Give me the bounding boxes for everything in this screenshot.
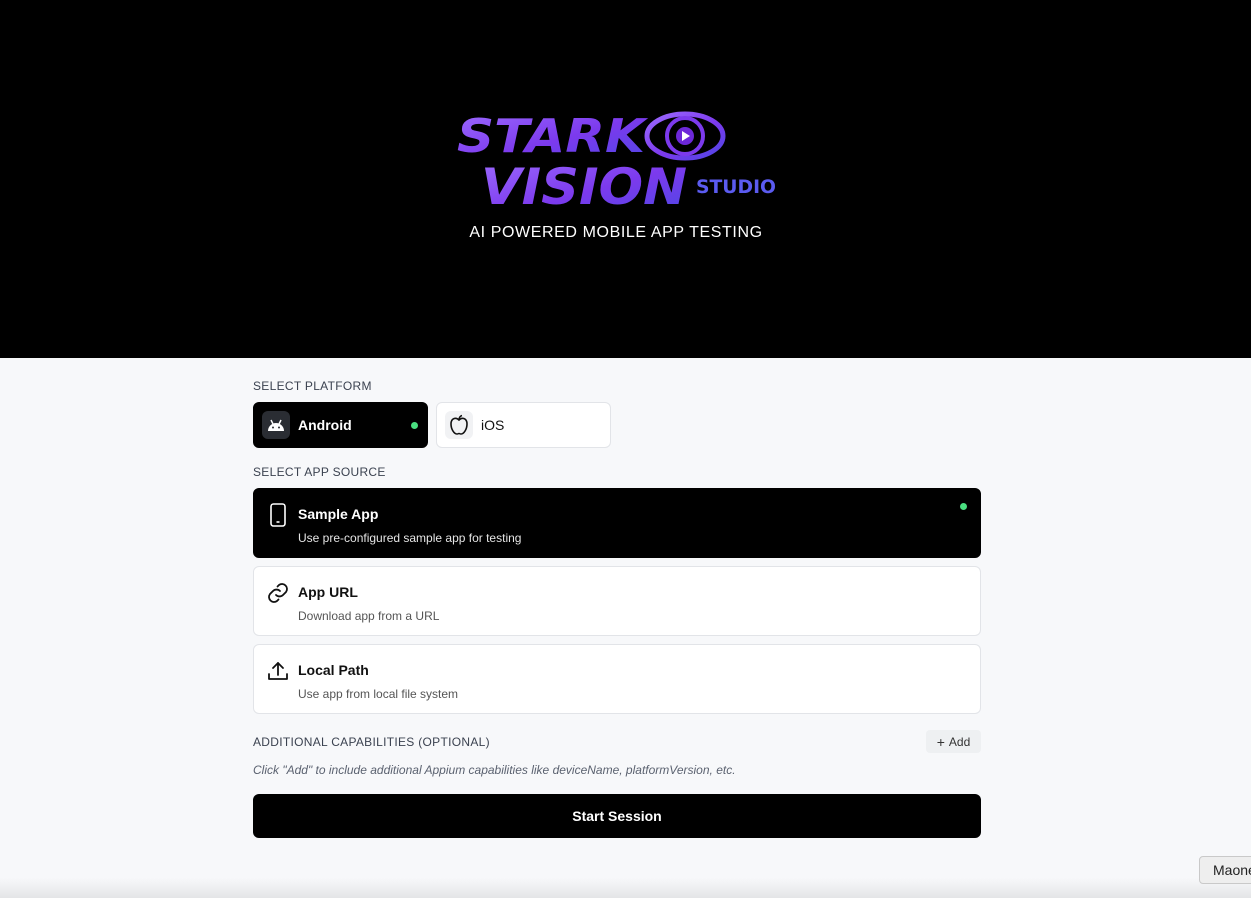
add-capability-label: Add bbox=[948, 734, 971, 749]
logo-line1: STARK bbox=[457, 109, 649, 163]
platform-ios-label: iOS bbox=[481, 417, 505, 433]
source-title: Local Path bbox=[298, 662, 369, 678]
platform-android-button[interactable]: Android bbox=[253, 402, 428, 448]
android-icon bbox=[262, 411, 290, 439]
selected-indicator-dot bbox=[411, 422, 418, 429]
start-session-button[interactable]: Start Session bbox=[253, 794, 981, 838]
source-description: Download app from a URL bbox=[298, 609, 440, 623]
stark-vision-logo: STARK VISION STUDIO bbox=[457, 109, 776, 210]
plus-icon: + bbox=[936, 733, 945, 750]
upload-icon bbox=[264, 657, 292, 685]
capabilities-hint: Click "Add" to include additional Appium… bbox=[253, 763, 736, 777]
source-description: Use app from local file system bbox=[298, 687, 459, 701]
logo-line2: VISION bbox=[481, 158, 687, 210]
source-title: Sample App bbox=[298, 506, 379, 522]
select-app-source-label: SELECT APP SOURCE bbox=[253, 465, 386, 479]
bottom-edge bbox=[0, 878, 1251, 898]
hover-tooltip: Maone bbox=[1199, 856, 1251, 884]
link-icon bbox=[264, 579, 292, 607]
source-local-path[interactable]: Local Path Use app from local file syste… bbox=[253, 644, 981, 714]
platform-android-label: Android bbox=[298, 417, 352, 433]
source-app-url[interactable]: App URL Download app from a URL bbox=[253, 566, 981, 636]
platform-ios-button[interactable]: iOS bbox=[436, 402, 611, 448]
apple-icon bbox=[445, 411, 473, 439]
additional-capabilities-label: ADDITIONAL CAPABILITIES (OPTIONAL) bbox=[253, 735, 490, 749]
eye-icon bbox=[644, 111, 726, 161]
logo-studio: STUDIO bbox=[696, 176, 776, 198]
tagline: AI POWERED MOBILE APP TESTING bbox=[469, 224, 763, 241]
selected-indicator-dot bbox=[960, 503, 967, 510]
hero-banner: STARK VISION STUDIO AI POWERED MOBILE AP… bbox=[0, 0, 1251, 358]
add-capability-button[interactable]: + Add bbox=[926, 730, 981, 753]
phone-icon bbox=[264, 501, 292, 529]
source-title: App URL bbox=[298, 584, 358, 600]
source-description: Use pre-configured sample app for testin… bbox=[298, 531, 522, 545]
source-sample-app[interactable]: Sample App Use pre-configured sample app… bbox=[253, 488, 981, 558]
select-platform-label: SELECT PLATFORM bbox=[253, 379, 372, 393]
